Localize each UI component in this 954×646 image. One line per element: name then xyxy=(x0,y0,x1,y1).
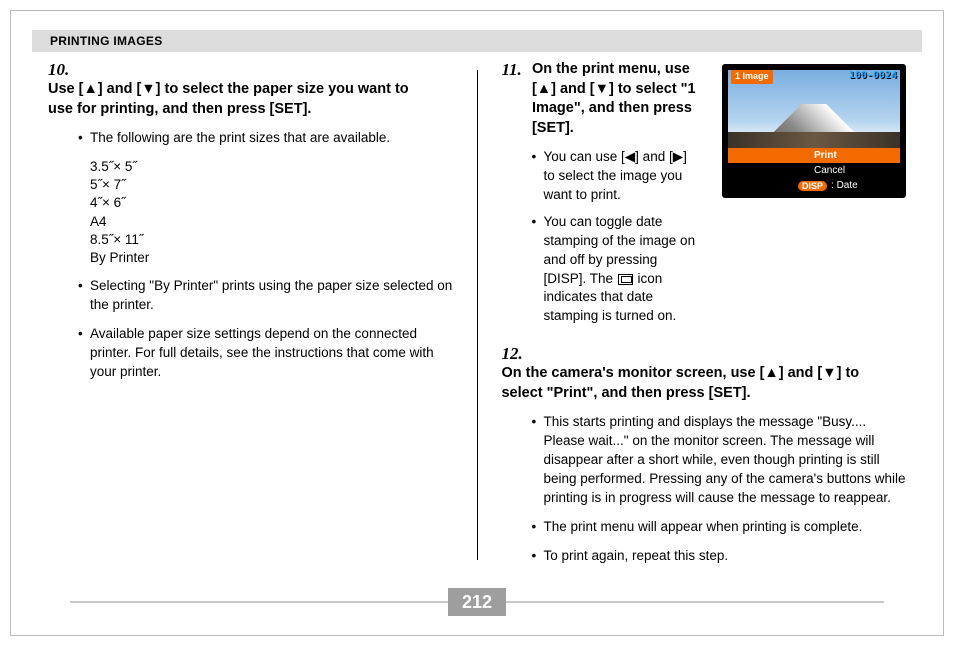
size-item: By Printer xyxy=(90,249,453,267)
date-stamp-icon xyxy=(618,274,633,285)
step-number: 10. xyxy=(48,60,74,80)
bullet-text: You can use [◀] and [▶] to select the im… xyxy=(531,148,701,205)
footer-rule-left xyxy=(70,601,448,603)
step-10-bullets-cont: Selecting "By Printer" prints using the … xyxy=(48,277,453,381)
step-instruction: On the camera's monitor screen, use [▲] … xyxy=(501,364,881,403)
disp-tag: DISP xyxy=(798,181,827,191)
step-instruction: Use [▲] and [▼] to select the paper size… xyxy=(48,80,428,119)
paper-sizes-list: 3.5˝× 5˝ 5˝× 7˝ 4˝× 6˝ A4 8.5˝× 11˝ By P… xyxy=(48,158,453,267)
size-item: 3.5˝× 5˝ xyxy=(90,158,453,176)
section-title: PRINTING IMAGES xyxy=(50,34,163,48)
bullet-text: You can toggle date stamping of the imag… xyxy=(531,213,701,326)
size-item: 8.5˝× 11˝ xyxy=(90,231,453,249)
step-number: 11. xyxy=(501,60,527,80)
step-instruction: On the print menu, use [▲] and [▼] to se… xyxy=(532,60,712,138)
footer: 212 xyxy=(32,588,922,616)
step-12: 12. On the camera's monitor screen, use … xyxy=(501,344,906,403)
content-area: 10. Use [▲] and [▼] to select the paper … xyxy=(48,60,906,600)
column-divider xyxy=(477,70,478,560)
camera-monitor-illustration: 1 Image 100-0024 Print Cancel DISP : Dat… xyxy=(722,64,906,198)
step-12-bullets: This starts printing and displays the me… xyxy=(501,413,906,565)
bullet-text: This starts printing and displays the me… xyxy=(531,413,906,507)
step-11-bullets: You can use [◀] and [▶] to select the im… xyxy=(501,148,701,326)
page-number: 212 xyxy=(448,588,506,616)
left-column: 10. Use [▲] and [▼] to select the paper … xyxy=(48,60,453,600)
screen-topbar: 1 Image 100-0024 xyxy=(728,70,900,84)
size-item: A4 xyxy=(90,213,453,231)
size-item: 5˝× 7˝ xyxy=(90,176,453,194)
footer-rule-right xyxy=(506,601,884,603)
one-image-badge: 1 Image xyxy=(731,70,773,84)
mountain-graphic xyxy=(728,104,900,148)
bullet-text: Selecting "By Printer" prints using the … xyxy=(78,277,453,315)
date-label: : Date xyxy=(831,180,858,191)
image-counter: 100-0024 xyxy=(849,70,897,84)
menu-disp-row: DISP : Date xyxy=(728,178,900,193)
section-header: PRINTING IMAGES xyxy=(32,30,922,52)
right-column: 11. On the print menu, use [▲] and [▼] t… xyxy=(501,60,906,600)
bullet-text: Available paper size settings depend on … xyxy=(78,325,453,382)
size-item: 4˝× 6˝ xyxy=(90,194,453,212)
menu-cancel-row: Cancel xyxy=(728,163,900,178)
menu-print-row: Print xyxy=(728,148,900,163)
bullet-text: To print again, repeat this step. xyxy=(531,547,906,566)
bullet-text: The following are the print sizes that a… xyxy=(78,129,453,148)
step-number: 12. xyxy=(501,344,527,364)
step-10: 10. Use [▲] and [▼] to select the paper … xyxy=(48,60,453,119)
screen-menu: Print Cancel DISP : Date xyxy=(728,148,900,193)
step-10-bullets: The following are the print sizes that a… xyxy=(48,129,453,148)
bullet-text: The print menu will appear when printing… xyxy=(531,518,906,537)
